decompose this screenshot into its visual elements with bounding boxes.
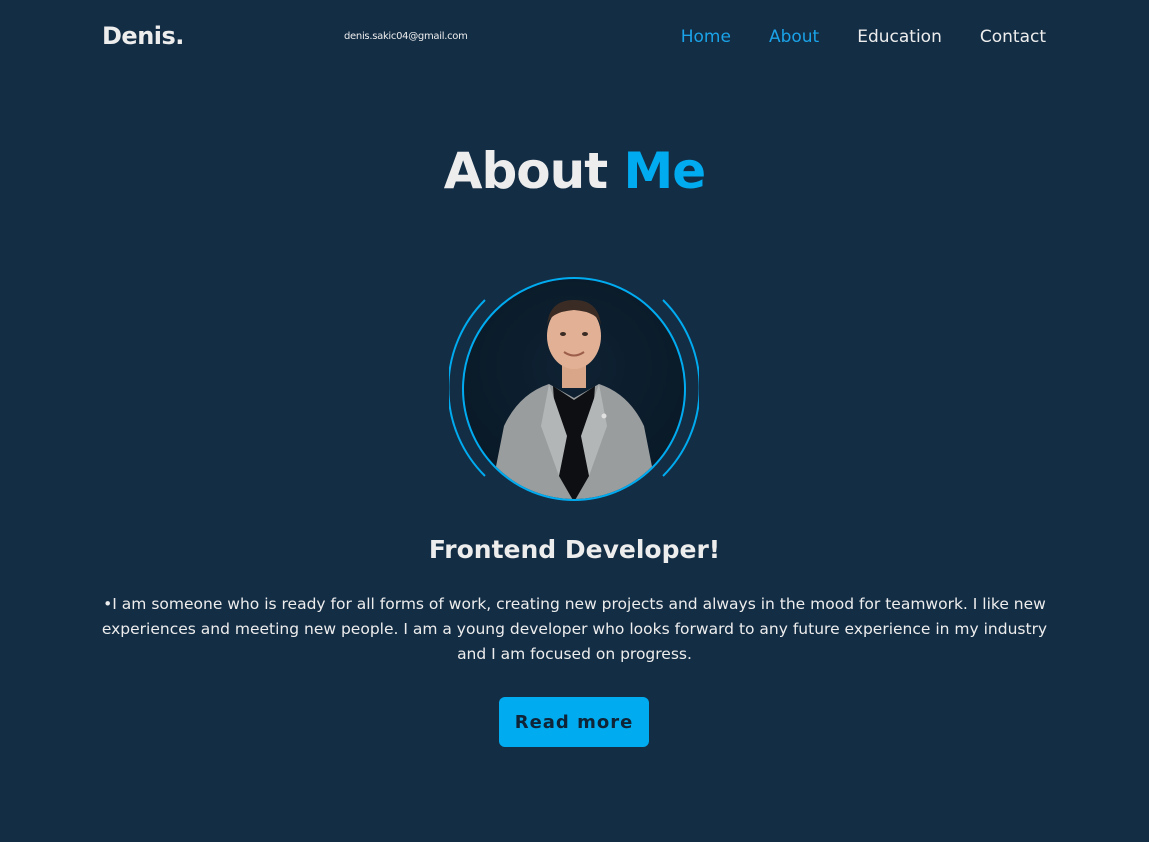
section-heading: About Me [0,142,1149,200]
role-title: Frontend Developer! [428,535,721,564]
profile-photo-graphic [447,277,701,501]
nav-link-education[interactable]: Education [857,27,942,47]
contact-email: denis.sakic04@gmail.com [344,31,468,42]
site-header: Denis. denis.sakic04@gmail.com Home Abou… [0,0,1149,76]
nav-link-about[interactable]: About [769,27,819,47]
nav-link-contact[interactable]: Contact [980,27,1046,47]
heading-accent: Me [623,142,707,200]
nav-link-home[interactable]: Home [681,27,731,47]
read-more-button[interactable]: Read more [499,697,649,747]
profile-photo [447,276,701,502]
logo[interactable]: Denis. [102,22,184,50]
heading-main: About [443,142,608,200]
about-description: •I am someone who is ready for all forms… [101,595,1048,663]
main-nav: Home About Education Contact [681,27,1046,47]
